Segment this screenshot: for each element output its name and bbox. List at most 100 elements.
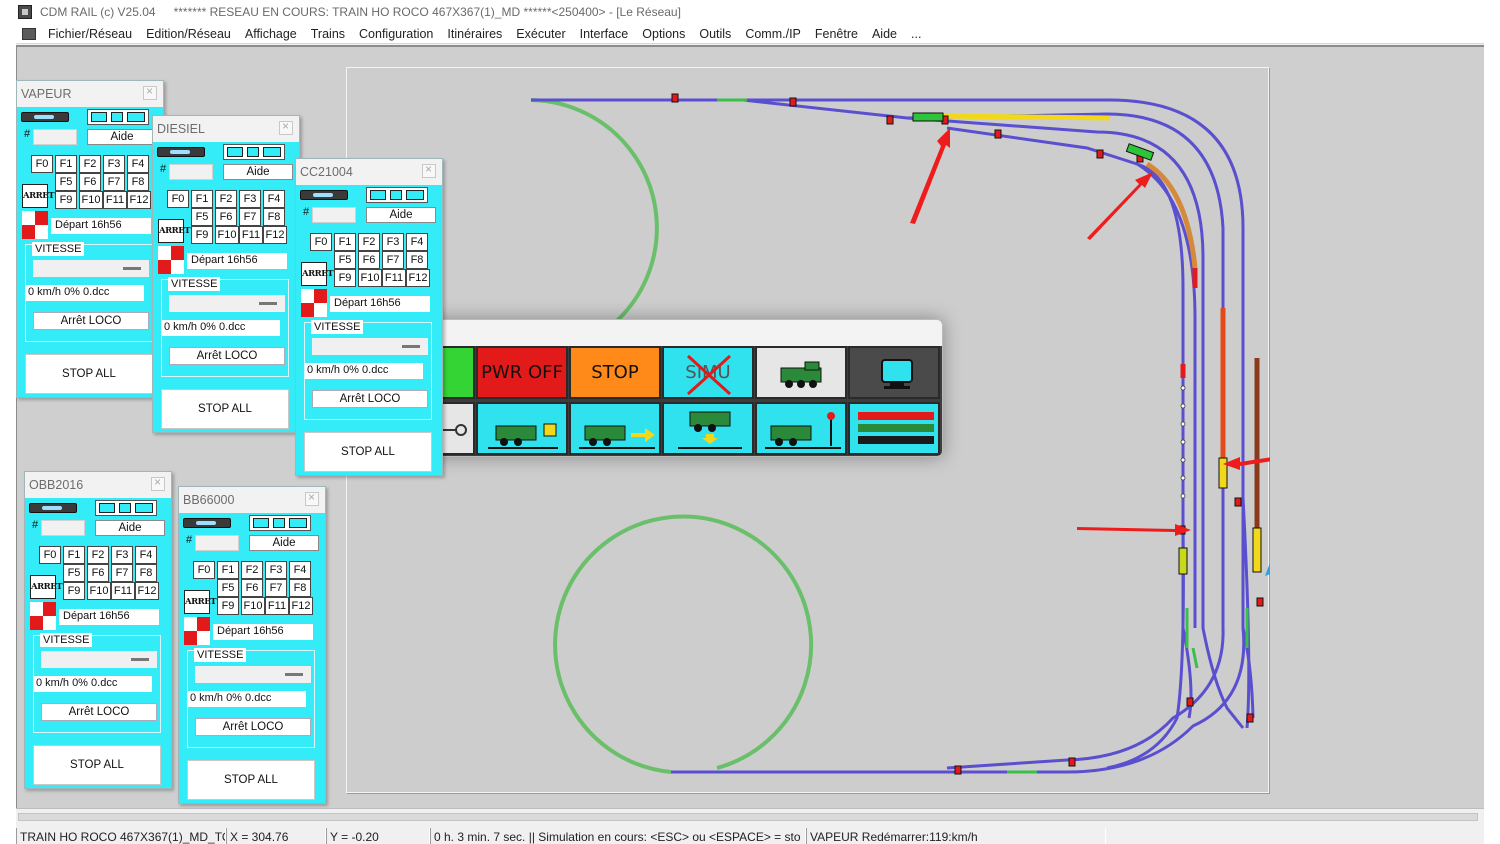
function-key-f2[interactable]: F2 xyxy=(358,233,380,251)
window-layout-buttons[interactable] xyxy=(223,144,285,160)
function-key-f1[interactable]: F1 xyxy=(334,233,356,251)
speed-slider[interactable] xyxy=(41,651,157,668)
function-key-f10[interactable]: F10 xyxy=(87,582,111,600)
arret-loco-button[interactable]: Arrêt LOCO xyxy=(33,312,149,330)
menu-fichier-reseau[interactable]: Fichier/Réseau xyxy=(48,27,132,41)
checkered-flag-icon[interactable] xyxy=(158,246,184,274)
function-key-f4[interactable]: F4 xyxy=(263,190,285,208)
function-key-f0[interactable]: F0 xyxy=(193,561,215,579)
scrollbar-thumb[interactable] xyxy=(18,813,1478,821)
function-key-f9[interactable]: F9 xyxy=(63,582,85,600)
function-key-f9[interactable]: F9 xyxy=(191,226,213,244)
function-key-f12[interactable]: F12 xyxy=(127,191,151,209)
address-input[interactable] xyxy=(33,129,77,145)
menu-options[interactable]: Options xyxy=(642,27,685,41)
function-key-f10[interactable]: F10 xyxy=(79,191,103,209)
mdi-window-icon[interactable] xyxy=(22,27,36,40)
loco-signal-button[interactable] xyxy=(755,402,847,455)
speed-slider[interactable] xyxy=(312,338,428,355)
function-key-f7[interactable]: F7 xyxy=(382,251,404,269)
arret-button[interactable]: ARRET xyxy=(301,262,334,286)
close-icon[interactable] xyxy=(151,475,165,491)
function-key-f8[interactable]: F8 xyxy=(127,173,149,191)
function-key-f12[interactable]: F12 xyxy=(289,597,313,615)
function-key-f6[interactable]: F6 xyxy=(215,208,237,226)
function-key-f8[interactable]: F8 xyxy=(135,564,157,582)
function-key-f9[interactable]: F9 xyxy=(217,597,239,615)
address-input[interactable] xyxy=(312,207,356,223)
pwr-off-button[interactable]: PWR OFF xyxy=(476,346,568,399)
loco-window-title[interactable]: DIESIEL xyxy=(153,116,299,142)
stop-all-button[interactable]: STOP ALL xyxy=(25,354,153,394)
aide-button[interactable]: Aide xyxy=(223,164,293,180)
function-key-f6[interactable]: F6 xyxy=(87,564,109,582)
checkered-flag-icon[interactable] xyxy=(184,617,210,645)
function-key-f3[interactable]: F3 xyxy=(239,190,261,208)
function-key-f5[interactable]: F5 xyxy=(334,251,356,269)
address-input[interactable] xyxy=(169,164,213,180)
function-key-f10[interactable]: F10 xyxy=(215,226,239,244)
address-input[interactable] xyxy=(195,535,239,551)
loco-forward-button[interactable] xyxy=(569,402,661,455)
function-key-f10[interactable]: F10 xyxy=(241,597,265,615)
stop-all-button[interactable]: STOP ALL xyxy=(187,760,315,800)
simu-button[interactable]: SIMU xyxy=(662,346,754,399)
arret-loco-button[interactable]: Arrêt LOCO xyxy=(312,390,428,408)
function-key-f3[interactable]: F3 xyxy=(111,546,133,564)
menu-affichage[interactable]: Affichage xyxy=(245,27,297,41)
menu-trains[interactable]: Trains xyxy=(311,27,345,41)
function-key-f4[interactable]: F4 xyxy=(406,233,428,251)
function-key-f5[interactable]: F5 xyxy=(191,208,213,226)
menu-outils[interactable]: Outils xyxy=(699,27,731,41)
checkered-flag-icon[interactable] xyxy=(30,602,56,630)
function-key-f2[interactable]: F2 xyxy=(87,546,109,564)
slider-thumb[interactable] xyxy=(123,267,141,270)
menu-executer[interactable]: Exécuter xyxy=(516,27,565,41)
function-key-f9[interactable]: F9 xyxy=(55,191,77,209)
menu-more[interactable]: ... xyxy=(911,27,921,41)
menu-itineraires[interactable]: Itinéraires xyxy=(447,27,502,41)
horizontal-scrollbar[interactable] xyxy=(16,808,1484,826)
speed-slider[interactable] xyxy=(33,260,149,277)
loco-lock-button[interactable] xyxy=(476,402,568,455)
speed-slider[interactable] xyxy=(169,295,285,312)
function-key-f7[interactable]: F7 xyxy=(103,173,125,191)
function-key-f6[interactable]: F6 xyxy=(79,173,101,191)
loco-view-button[interactable] xyxy=(755,346,847,399)
function-key-f12[interactable]: F12 xyxy=(263,226,287,244)
speed-slider[interactable] xyxy=(195,666,311,683)
loco-window-title[interactable]: BB66000 xyxy=(179,487,325,513)
monitor-button[interactable] xyxy=(848,346,940,399)
stop-all-button[interactable]: STOP ALL xyxy=(161,389,289,429)
function-key-f2[interactable]: F2 xyxy=(79,155,101,173)
menu-fenetre[interactable]: Fenêtre xyxy=(815,27,858,41)
function-key-f5[interactable]: F5 xyxy=(217,579,239,597)
loco-window-title[interactable]: CC21004 xyxy=(296,159,442,185)
function-key-f8[interactable]: F8 xyxy=(289,579,311,597)
arret-button[interactable]: ARRET xyxy=(184,590,217,614)
stop-button[interactable]: STOP xyxy=(569,346,661,399)
close-icon[interactable] xyxy=(305,490,319,506)
aide-button[interactable]: Aide xyxy=(95,520,165,536)
menu-comm-ip[interactable]: Comm./IP xyxy=(745,27,801,41)
menu-configuration[interactable]: Configuration xyxy=(359,27,433,41)
checkered-flag-icon[interactable] xyxy=(301,289,327,317)
function-key-f2[interactable]: F2 xyxy=(241,561,263,579)
arret-button[interactable]: ARRET xyxy=(30,575,63,599)
loco-window-title[interactable]: OBB2016 xyxy=(25,472,171,498)
stop-all-button[interactable]: STOP ALL xyxy=(33,745,161,785)
loco-down-button[interactable] xyxy=(662,402,754,455)
function-key-f8[interactable]: F8 xyxy=(263,208,285,226)
window-layout-buttons[interactable] xyxy=(366,187,428,203)
menu-interface[interactable]: Interface xyxy=(580,27,629,41)
function-key-f3[interactable]: F3 xyxy=(265,561,287,579)
close-icon[interactable] xyxy=(143,84,157,100)
slider-thumb[interactable] xyxy=(285,673,303,676)
menu-edition-reseau[interactable]: Edition/Réseau xyxy=(146,27,231,41)
function-key-f10[interactable]: F10 xyxy=(358,269,382,287)
loco-window-title[interactable]: VAPEUR xyxy=(17,81,163,107)
function-key-f0[interactable]: F0 xyxy=(31,155,53,173)
function-key-f4[interactable]: F4 xyxy=(135,546,157,564)
function-key-f1[interactable]: F1 xyxy=(191,190,213,208)
function-key-f11[interactable]: F11 xyxy=(382,269,406,287)
